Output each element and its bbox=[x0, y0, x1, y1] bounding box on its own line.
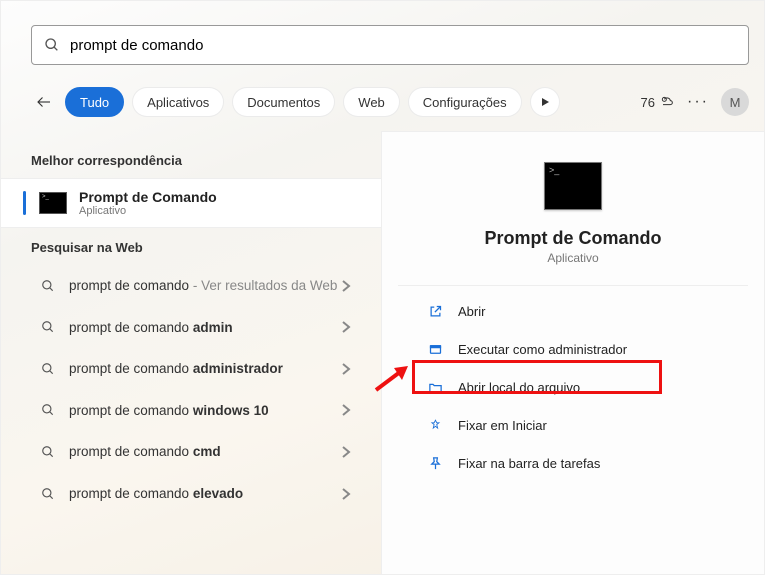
chevron-right-icon bbox=[341, 362, 351, 376]
suggestion-text: prompt de comando windows 10 bbox=[69, 402, 341, 420]
suggestion-text: prompt de comando administrador bbox=[69, 360, 341, 378]
action-pin-taskbar[interactable]: Fixar na barra de tarefas bbox=[418, 444, 728, 482]
app-large-icon bbox=[544, 162, 602, 210]
action-location-label: Abrir local do arquivo bbox=[458, 380, 580, 395]
suggestion-text: prompt de comando - Ver resultados da We… bbox=[69, 277, 341, 295]
action-pin-taskbar-label: Fixar na barra de tarefas bbox=[458, 456, 600, 471]
weather-icon bbox=[659, 94, 675, 110]
search-icon bbox=[41, 320, 55, 334]
web-suggestion-2[interactable]: prompt de comando administrador bbox=[1, 348, 381, 390]
suggestion-text: prompt de comando cmd bbox=[69, 443, 341, 461]
suggestion-text: prompt de comando admin bbox=[69, 319, 341, 337]
best-match-subtitle: Aplicativo bbox=[79, 205, 217, 217]
detail-subtitle: Aplicativo bbox=[402, 251, 744, 265]
search-bar[interactable] bbox=[31, 25, 749, 65]
action-admin-label: Executar como administrador bbox=[458, 342, 627, 357]
web-suggestion-5[interactable]: prompt de comando elevado bbox=[1, 473, 381, 515]
tab-documents[interactable]: Documentos bbox=[232, 87, 335, 117]
weather-temp: 76 bbox=[641, 95, 655, 110]
web-search-heading: Pesquisar na Web bbox=[1, 228, 381, 265]
action-pin-start[interactable]: Fixar em Iniciar bbox=[418, 406, 728, 444]
detail-panel: Prompt de Comando Aplicativo Abrir Execu… bbox=[381, 131, 764, 574]
best-match-item[interactable]: Prompt de Comando Aplicativo bbox=[1, 178, 381, 228]
tab-settings[interactable]: Configurações bbox=[408, 87, 522, 117]
tab-web[interactable]: Web bbox=[343, 87, 400, 117]
chevron-right-icon bbox=[341, 279, 351, 293]
shield-icon bbox=[426, 340, 444, 358]
search-icon bbox=[41, 487, 55, 501]
chevron-right-icon bbox=[341, 487, 351, 501]
action-pin-start-label: Fixar em Iniciar bbox=[458, 418, 547, 433]
action-run-as-admin[interactable]: Executar como administrador bbox=[418, 330, 728, 368]
search-icon bbox=[44, 37, 60, 53]
search-input[interactable] bbox=[70, 37, 736, 54]
filter-toolbar: Tudo Aplicativos Documentos Web Configur… bbox=[31, 86, 749, 118]
tab-more[interactable] bbox=[530, 87, 560, 117]
tab-apps[interactable]: Aplicativos bbox=[132, 87, 224, 117]
open-icon bbox=[426, 302, 444, 320]
folder-icon bbox=[426, 378, 444, 396]
web-suggestion-3[interactable]: prompt de comando windows 10 bbox=[1, 390, 381, 432]
results-panel: Melhor correspondência Prompt de Comando… bbox=[1, 131, 381, 574]
detail-title: Prompt de Comando bbox=[402, 228, 744, 249]
weather-widget[interactable]: 76 bbox=[641, 94, 675, 110]
suggestion-text: prompt de comando elevado bbox=[69, 485, 341, 503]
best-match-heading: Melhor correspondência bbox=[1, 141, 381, 178]
search-icon bbox=[41, 445, 55, 459]
search-icon bbox=[41, 279, 55, 293]
user-avatar[interactable]: M bbox=[721, 88, 749, 116]
action-open-location[interactable]: Abrir local do arquivo bbox=[418, 368, 728, 406]
pin-icon bbox=[426, 416, 444, 434]
web-suggestion-0[interactable]: prompt de comando - Ver resultados da We… bbox=[1, 265, 381, 307]
back-button[interactable] bbox=[31, 89, 57, 115]
action-open[interactable]: Abrir bbox=[418, 292, 728, 330]
best-match-title: Prompt de Comando bbox=[79, 189, 217, 205]
chevron-right-icon bbox=[341, 320, 351, 334]
chevron-right-icon bbox=[341, 445, 351, 459]
chevron-right-icon bbox=[341, 403, 351, 417]
web-suggestion-1[interactable]: prompt de comando admin bbox=[1, 307, 381, 349]
web-suggestion-4[interactable]: prompt de comando cmd bbox=[1, 431, 381, 473]
action-open-label: Abrir bbox=[458, 304, 485, 319]
more-options[interactable]: ··· bbox=[687, 93, 709, 111]
tab-all[interactable]: Tudo bbox=[65, 87, 124, 117]
search-icon bbox=[41, 403, 55, 417]
search-icon bbox=[41, 362, 55, 376]
pin-taskbar-icon bbox=[426, 454, 444, 472]
cmd-thumbnail-icon bbox=[39, 192, 67, 214]
